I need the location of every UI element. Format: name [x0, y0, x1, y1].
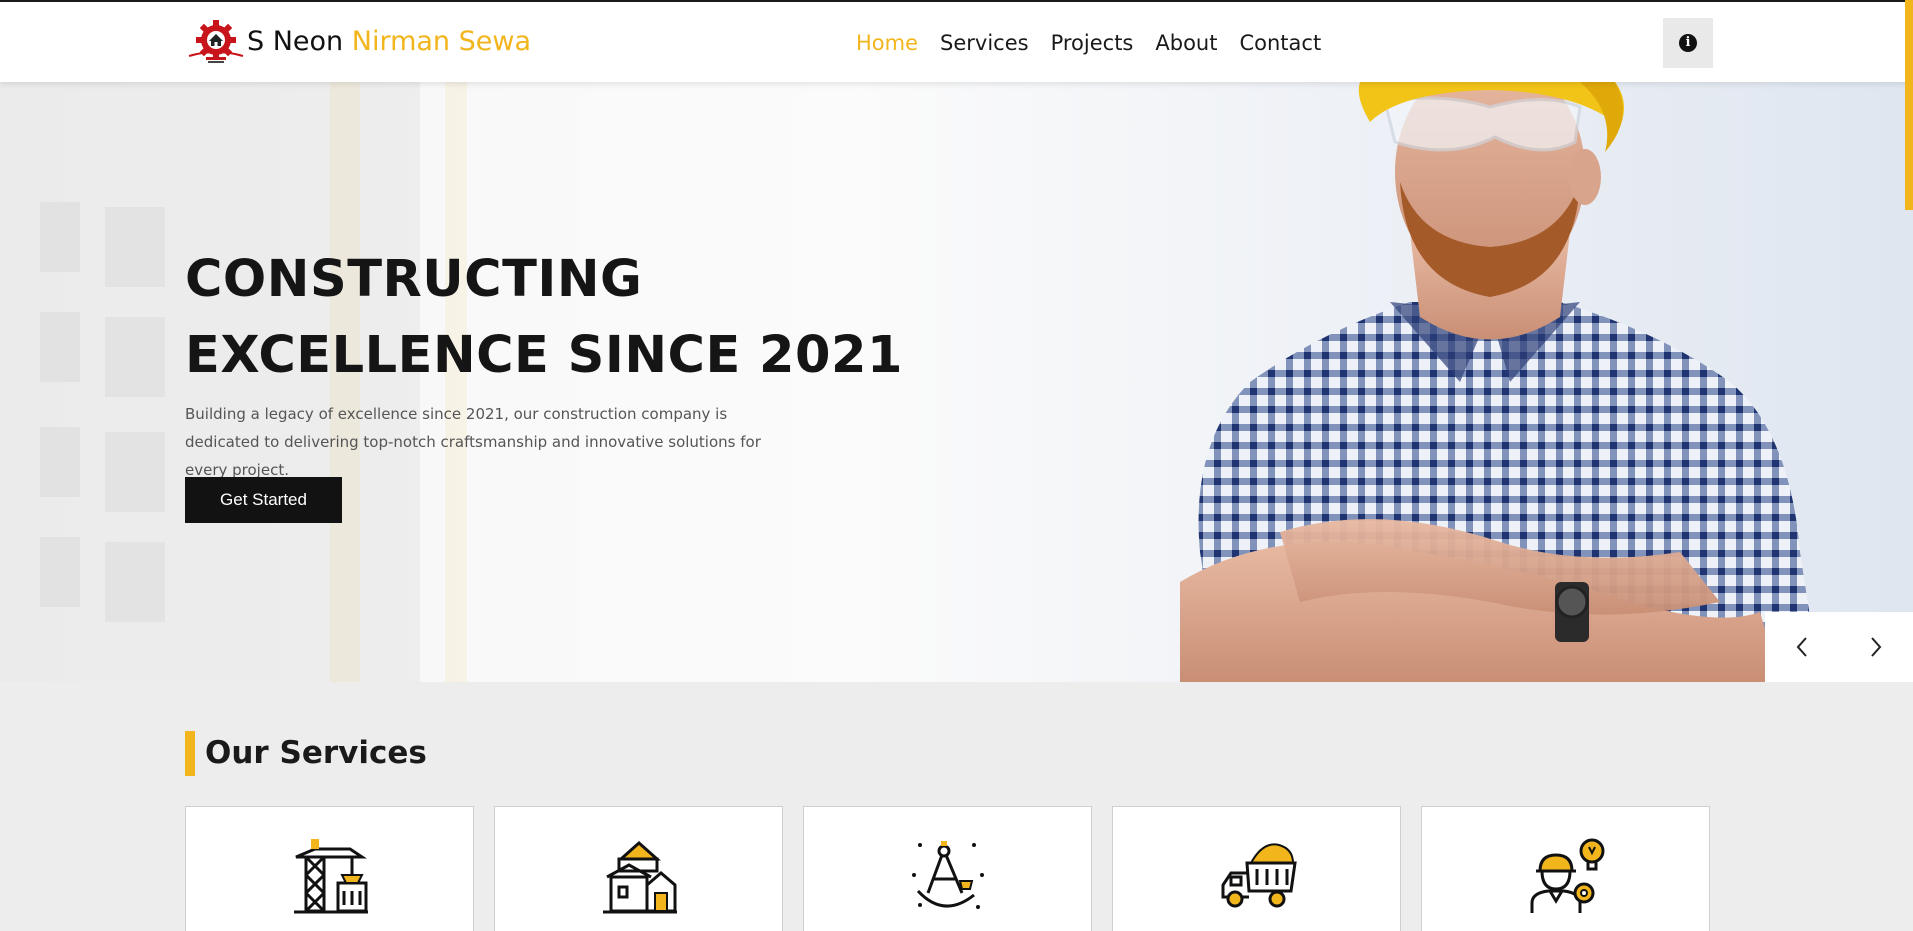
slider-next-button[interactable]	[1839, 612, 1913, 682]
nav-projects[interactable]: Projects	[1040, 28, 1145, 58]
brand-name-part2: Nirman Sewa	[351, 26, 532, 57]
brand-name[interactable]: S Neon Nirman Sewa	[247, 24, 531, 60]
service-card-crane[interactable]	[185, 806, 474, 931]
hero-slider: CONSTRUCTING EXCELLENCE SINCE 2021 Build…	[0, 82, 1913, 682]
main-nav: Home Services Projects About Contact	[845, 28, 1332, 58]
building-window	[105, 207, 165, 287]
gear-house-logo-icon[interactable]	[185, 18, 247, 66]
compass-drafting-icon	[912, 841, 984, 909]
brand-name-part1: S Neon	[247, 26, 344, 57]
service-card-design[interactable]	[803, 806, 1092, 931]
section-accent-bar	[185, 731, 195, 776]
service-card-house[interactable]	[494, 806, 783, 931]
scrollbar-thumb[interactable]	[1905, 0, 1913, 210]
engineer-idea-icon	[1530, 838, 1605, 913]
service-card-materials[interactable]	[1112, 806, 1401, 931]
crane-tower-icon	[294, 839, 368, 914]
building-window	[105, 317, 165, 397]
building-window	[40, 312, 80, 382]
dump-truck-icon	[1221, 843, 1297, 908]
slider-controls	[1765, 612, 1913, 682]
info-button[interactable]: i	[1663, 18, 1713, 68]
chevron-right-icon	[1871, 637, 1882, 657]
slider-prev-button[interactable]	[1765, 612, 1839, 682]
nav-contact[interactable]: Contact	[1228, 28, 1332, 58]
nav-home[interactable]: Home	[845, 28, 929, 58]
get-started-button[interactable]: Get Started	[185, 477, 342, 523]
house-building-icon	[603, 840, 677, 914]
hero-title-line2: EXCELLENCE SINCE 2021	[185, 326, 904, 385]
building-window	[40, 537, 80, 607]
hero-title-line1: CONSTRUCTING	[185, 250, 643, 309]
nav-about[interactable]: About	[1144, 28, 1228, 58]
building-window	[105, 542, 165, 622]
building-window	[40, 427, 80, 497]
info-icon: i	[1679, 34, 1697, 52]
construction-worker-image	[1180, 82, 1820, 682]
service-card-engineering[interactable]	[1421, 806, 1710, 931]
building-window	[40, 202, 80, 272]
nav-services[interactable]: Services	[929, 28, 1040, 58]
hero-title: CONSTRUCTING EXCELLENCE SINCE 2021	[185, 242, 945, 394]
hero-description: Building a legacy of excellence since 20…	[185, 405, 761, 479]
services-heading: Our Services	[205, 735, 427, 771]
chevron-left-icon	[1796, 637, 1807, 657]
building-window	[105, 432, 165, 512]
site-header: S Neon Nirman Sewa Home Services Project…	[0, 2, 1913, 82]
